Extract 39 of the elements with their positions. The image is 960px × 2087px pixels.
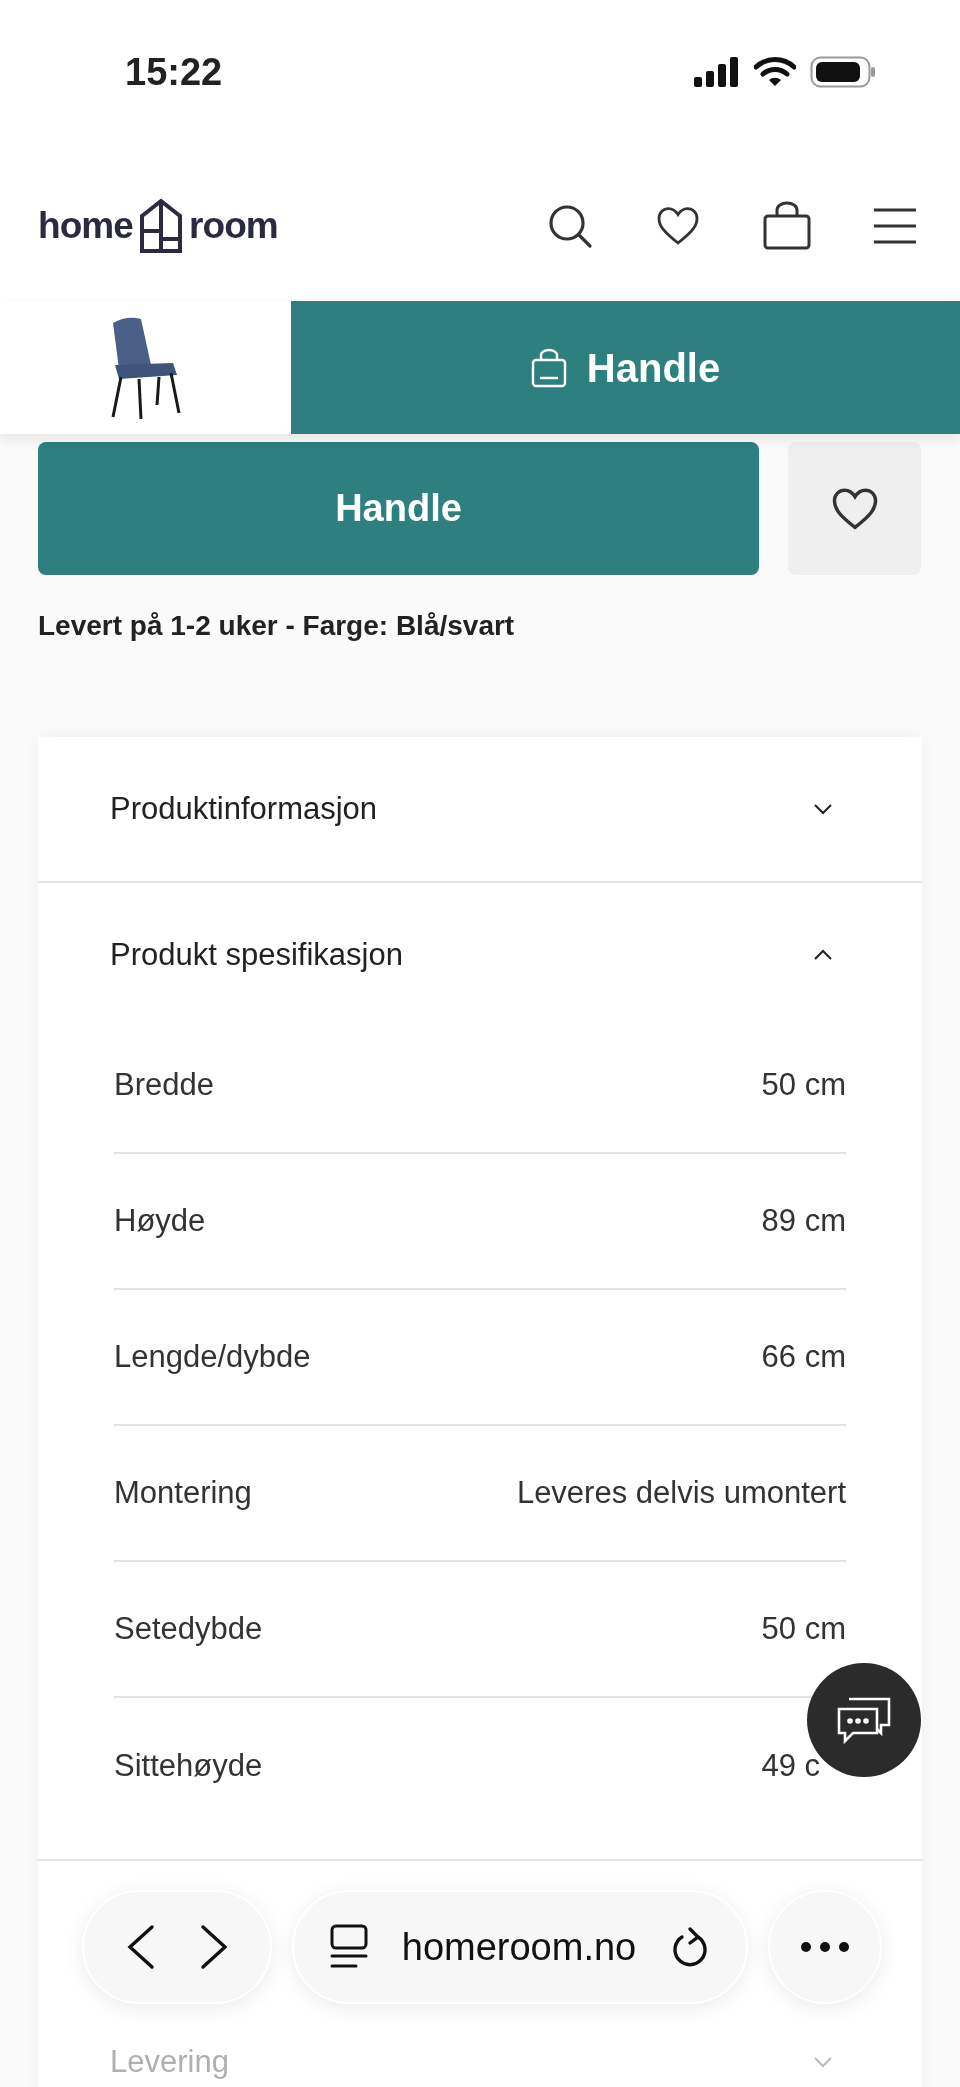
- accordion-header[interactable]: Produkt spesifikasjon: [38, 883, 922, 1027]
- spec-label: Bredde: [114, 1065, 214, 1104]
- delivery-note: Levert på 1-2 uker - Farge: Blå/svart: [38, 610, 515, 641]
- signal-icon: [694, 57, 740, 87]
- chevron-up-icon: [812, 948, 834, 962]
- shopping-bag-icon: [530, 347, 567, 388]
- spec-value: 89 cm: [761, 1201, 846, 1240]
- logo-text: room: [189, 203, 278, 248]
- buy-button[interactable]: Handle: [38, 442, 759, 575]
- spec-label: Setedybde: [114, 1609, 263, 1648]
- status-time: 15:22: [125, 49, 223, 95]
- reader-icon: [330, 1924, 368, 1970]
- logo-text: home: [38, 203, 133, 248]
- house-logo-icon: [139, 197, 183, 254]
- spec-value: 50 cm: [761, 1065, 846, 1104]
- menu-icon[interactable]: [872, 206, 918, 245]
- shopping-bag-icon[interactable]: [762, 200, 812, 251]
- forward-icon[interactable]: [198, 1924, 229, 1970]
- buy-button[interactable]: Handle: [291, 301, 960, 434]
- favorite-button[interactable]: [788, 442, 921, 575]
- spec-label: Montering: [114, 1473, 252, 1512]
- spec-value: 49 c: [761, 1746, 820, 1785]
- spec-value: 50 cm: [761, 1609, 846, 1648]
- chat-icon: [835, 1695, 893, 1745]
- spec-label: Sittehøyde: [114, 1746, 263, 1785]
- back-icon[interactable]: [125, 1924, 156, 1970]
- more-icon: [800, 1941, 850, 1953]
- spec-value: Leveres delvis umontert: [516, 1473, 846, 1512]
- spec-label: Lengde/dybde: [114, 1337, 311, 1376]
- wifi-icon: [754, 57, 796, 87]
- address-bar[interactable]: homeroom.no: [292, 1890, 748, 2004]
- reload-icon[interactable]: [670, 1925, 710, 1969]
- chevron-down-icon: [812, 802, 834, 816]
- url-text: homeroom.no: [401, 1924, 637, 1970]
- chevron-down-icon: [812, 2055, 834, 2070]
- accordion-header[interactable]: Produktinformasjon: [38, 737, 922, 881]
- spec-label: Høyde: [114, 1201, 206, 1240]
- battery-icon: [810, 56, 876, 88]
- spec-value: 66 cm: [761, 1337, 846, 1376]
